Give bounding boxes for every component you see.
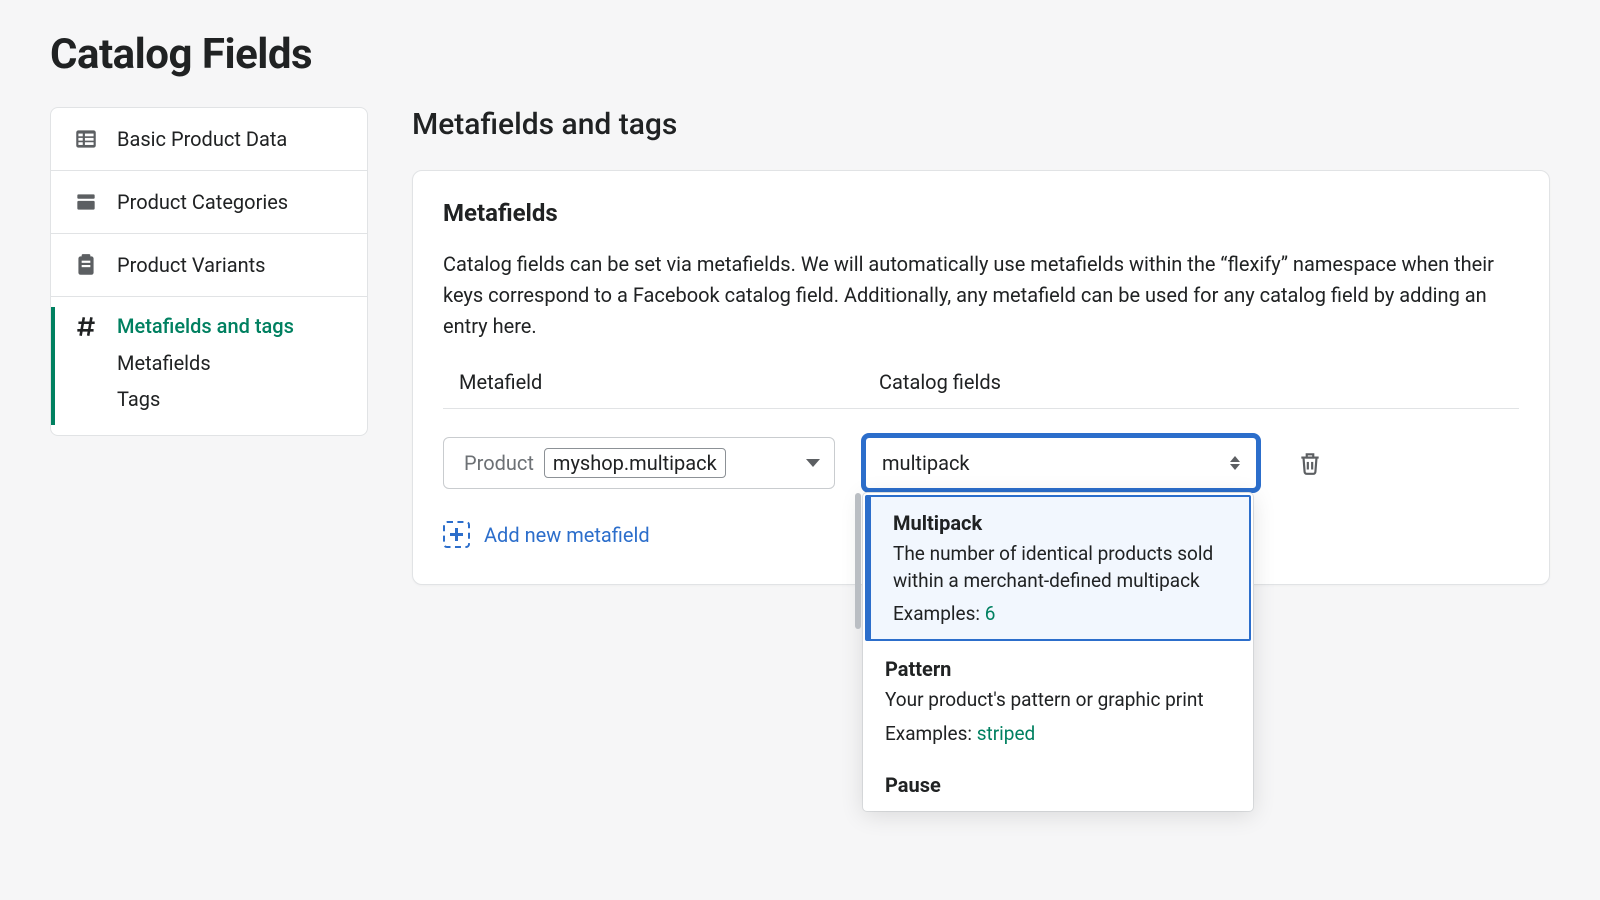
sidebar-item-label: Product Variants: [117, 253, 265, 277]
scrollbar[interactable]: [855, 493, 861, 629]
sidebar: Basic Product Data Product Categories Pr…: [50, 107, 368, 436]
option-example-value: 6: [985, 602, 996, 625]
sidebar-item-metafields-tags[interactable]: Metafields and tags Metafields Tags: [51, 297, 367, 435]
plus-dashed-icon: [443, 521, 470, 548]
dropdown-option-multipack[interactable]: Multipack The number of identical produc…: [865, 495, 1251, 641]
main-panel: Metafields and tags Metafields Catalog f…: [412, 107, 1550, 585]
catalog-field-dropdown: Multipack The number of identical produc…: [863, 493, 1253, 811]
panel-title: Metafields and tags: [412, 107, 1550, 142]
sidebar-item-product-variants[interactable]: Product Variants: [51, 234, 367, 297]
option-description: The number of identical products sold wi…: [893, 541, 1227, 594]
sidebar-item-label: Product Categories: [117, 190, 288, 214]
sidebar-item-label: Basic Product Data: [117, 127, 287, 151]
metafield-input[interactable]: Product myshop.multipack: [443, 437, 835, 489]
hash-icon: [73, 313, 99, 339]
catalog-field-select[interactable]: multipack: [863, 435, 1259, 491]
option-example-value: striped: [977, 722, 1036, 745]
section-description: Catalog fields can be set via metafields…: [443, 249, 1519, 342]
sidebar-item-basic-product-data[interactable]: Basic Product Data: [51, 108, 367, 171]
catalog-field-value: multipack: [882, 451, 970, 475]
metafield-row: Product myshop.multipack multipack: [443, 409, 1519, 491]
sidebar-subitem-metafields[interactable]: Metafields: [117, 345, 345, 381]
dropdown-option-pause[interactable]: Pause: [863, 759, 1253, 811]
add-metafield-label: Add new metafield: [484, 523, 650, 547]
scope-label: Product: [464, 451, 534, 475]
column-catalog: Catalog fields: [879, 370, 1503, 394]
sidebar-group-title: Metafields and tags: [117, 314, 294, 338]
option-example-label: Examples:: [885, 722, 977, 745]
sidebar-item-product-categories[interactable]: Product Categories: [51, 171, 367, 234]
select-updown-icon: [1230, 456, 1240, 470]
option-example-label: Examples:: [893, 602, 985, 625]
option-description: Your product's pattern or graphic print: [885, 687, 1231, 714]
metafields-card: Metafields Catalog fields can be set via…: [412, 170, 1550, 585]
chevron-down-icon: [806, 459, 820, 467]
page-title: Catalog Fields: [50, 30, 1550, 79]
table-icon: [73, 126, 99, 152]
option-title: Pause: [885, 773, 1231, 797]
trash-icon[interactable]: [1297, 450, 1323, 476]
option-title: Pattern: [885, 657, 1231, 681]
column-metafield: Metafield: [459, 370, 879, 394]
section-title: Metafields: [443, 199, 1519, 227]
stack-icon: [73, 189, 99, 215]
clipboard-icon: [73, 252, 99, 278]
table-header: Metafield Catalog fields: [443, 370, 1519, 409]
metafield-key-pill: myshop.multipack: [544, 448, 726, 478]
dropdown-option-pattern[interactable]: Pattern Your product's pattern or graphi…: [863, 643, 1253, 759]
option-title: Multipack: [893, 511, 1227, 535]
sidebar-subitem-tags[interactable]: Tags: [117, 381, 345, 417]
